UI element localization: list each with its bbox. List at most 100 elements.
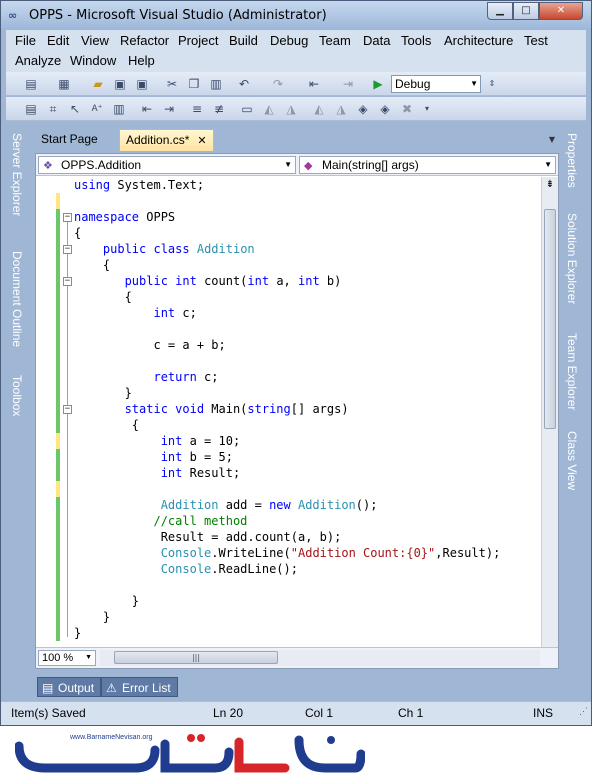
solution-explorer-tab[interactable]: Solution Explorer <box>565 213 579 304</box>
bookmark-icon[interactable]: ▭ <box>239 101 255 117</box>
menu-view[interactable]: View <box>81 33 109 48</box>
code-line[interactable]: } <box>74 385 132 401</box>
code-line[interactable]: Console.WriteLine("Addition Count:{0}",R… <box>74 545 501 561</box>
previous-bookmark-icon[interactable]: ◭ <box>261 101 277 117</box>
prev-bookmark-folder-icon[interactable]: ◭ <box>311 101 327 117</box>
complete-word-icon[interactable]: A⁺ <box>89 101 105 117</box>
copy-icon[interactable]: ❐ <box>186 76 202 92</box>
collapse-region-icon[interactable]: − <box>63 277 72 286</box>
code-line[interactable]: //call method <box>74 513 247 529</box>
navigate-backward-icon[interactable]: ⇤ <box>306 76 322 92</box>
menu-build[interactable]: Build <box>229 33 258 48</box>
tab-error-list[interactable]: ⚠ Error List <box>101 677 178 697</box>
code-line[interactable]: } <box>74 625 81 641</box>
title-bar[interactable]: ∞ OPPS - Microsoft Visual Studio (Admini… <box>1 1 591 29</box>
menu-project[interactable]: Project <box>178 33 218 48</box>
paste-icon[interactable]: ▥ <box>208 76 224 92</box>
code-line[interactable]: public int count(int a, int b) <box>74 273 342 289</box>
menu-refactor[interactable]: Refactor <box>120 33 169 48</box>
code-line[interactable]: Console.ReadLine(); <box>74 561 298 577</box>
horizontal-scrollbar[interactable]: ||| <box>100 650 540 666</box>
close-button[interactable]: ✕ <box>539 2 583 20</box>
toolbar-options-icon[interactable]: ⇕ <box>484 76 500 92</box>
menu-team[interactable]: Team <box>319 33 351 48</box>
code-line[interactable]: Addition add = new Addition(); <box>74 497 378 513</box>
solution-configuration-combo[interactable]: Debug ▼ <box>391 75 481 93</box>
code-line[interactable]: int Result; <box>74 465 240 481</box>
resize-grip-icon[interactable]: ⋰ <box>579 706 588 723</box>
menu-data[interactable]: Data <box>363 33 390 48</box>
tab-output[interactable]: ▤ Output <box>37 677 102 697</box>
menu-test[interactable]: Test <box>524 33 548 48</box>
menu-help[interactable]: Help <box>128 53 155 68</box>
code-line[interactable]: { <box>74 257 110 273</box>
close-tab-icon[interactable]: ✕ <box>197 135 206 147</box>
zoom-combo[interactable]: 100 % ▼ <box>38 650 96 666</box>
document-outline-tab[interactable]: Document Outline <box>10 251 24 347</box>
toolbar2-options-icon[interactable]: ▾ <box>419 101 435 117</box>
code-line[interactable]: using System.Text; <box>74 177 204 193</box>
parameter-info-icon[interactable]: ⌗ <box>45 101 61 117</box>
decrease-indent-icon[interactable]: ⇤ <box>139 101 155 117</box>
properties-tab[interactable]: Properties <box>565 133 579 188</box>
menu-file[interactable]: File <box>15 33 36 48</box>
types-combo[interactable]: ❖ OPPS.Addition ▼ <box>38 156 296 174</box>
next-bookmark-folder-icon[interactable]: ◮ <box>333 101 349 117</box>
code-line[interactable]: namespace OPPS <box>74 209 175 225</box>
menu-window[interactable]: Window <box>70 53 116 68</box>
vertical-scrollbar[interactable]: ⇟ <box>541 177 558 647</box>
menu-debug[interactable]: Debug <box>270 33 308 48</box>
collapse-region-icon[interactable]: − <box>63 245 72 254</box>
undo-icon[interactable]: ↶ <box>236 76 252 92</box>
code-line[interactable]: int a = 10; <box>74 433 240 449</box>
uncomment-lines-icon[interactable]: ≢ <box>211 101 227 117</box>
toggle-bookmark-icon[interactable]: ▥ <box>111 101 127 117</box>
toolbox-tab[interactable]: Toolbox <box>10 375 24 416</box>
menu-analyze[interactable]: Analyze <box>15 53 61 68</box>
save-all-icon[interactable]: ▣ <box>134 76 150 92</box>
collapse-region-icon[interactable]: − <box>63 213 72 222</box>
open-file-icon[interactable]: ▰ <box>90 76 106 92</box>
class-view-tab[interactable]: Class View <box>565 431 579 490</box>
new-project-icon[interactable]: ▤ <box>23 76 39 92</box>
collapse-region-icon[interactable]: − <box>63 405 72 414</box>
navigate-forward-icon[interactable]: ⇥ <box>340 76 356 92</box>
code-line[interactable]: } <box>74 609 110 625</box>
next-bookmark-icon[interactable]: ◮ <box>283 101 299 117</box>
vertical-scroll-thumb[interactable] <box>544 209 556 429</box>
active-files-dropdown-icon[interactable]: ▼ <box>549 135 555 144</box>
maximize-button[interactable]: □ <box>513 2 539 20</box>
menu-tools[interactable]: Tools <box>401 33 431 48</box>
redo-icon[interactable]: ↷ <box>270 76 286 92</box>
display-object-members-icon[interactable]: ▤ <box>23 101 39 117</box>
save-icon[interactable]: ▣ <box>112 76 128 92</box>
prev-bookmark-doc-icon[interactable]: ◈ <box>355 101 371 117</box>
team-explorer-tab[interactable]: Team Explorer <box>565 333 579 410</box>
menu-architecture[interactable]: Architecture <box>444 33 513 48</box>
increase-indent-icon[interactable]: ⇥ <box>161 101 177 117</box>
code-line[interactable]: public class Addition <box>74 241 255 257</box>
cut-icon[interactable]: ✂ <box>164 76 180 92</box>
server-explorer-tab[interactable]: Server Explorer <box>10 133 24 216</box>
code-line[interactable]: Result = add.count(a, b); <box>74 529 342 545</box>
code-line[interactable]: c = a + b; <box>74 337 225 353</box>
code-line[interactable]: } <box>74 593 139 609</box>
add-item-icon[interactable]: ▦ <box>56 76 72 92</box>
quick-info-icon[interactable]: ↖ <box>67 101 83 117</box>
menu-edit[interactable]: Edit <box>47 33 69 48</box>
start-debugging-icon[interactable]: ▶ <box>370 76 386 92</box>
code-line[interactable]: { <box>74 289 132 305</box>
splitter-handle-icon[interactable]: ⇟ <box>543 178 557 192</box>
code-line[interactable]: return c; <box>74 369 218 385</box>
code-line[interactable]: int b = 5; <box>74 449 233 465</box>
code-text-area[interactable]: − − − − using System.Text; namespace OPPS{ pu… <box>36 177 541 647</box>
code-line[interactable]: { <box>74 417 139 433</box>
next-bookmark-doc-icon[interactable]: ◈ <box>377 101 393 117</box>
minimize-button[interactable]: ▁ <box>487 2 513 20</box>
tab-start-page[interactable]: Start Page <box>35 129 104 151</box>
code-line[interactable]: { <box>74 225 81 241</box>
clear-bookmarks-icon[interactable]: ✖ <box>399 101 415 117</box>
code-line[interactable]: int c; <box>74 305 196 321</box>
members-combo[interactable]: ◆ Main(string[] args) ▼ <box>299 156 556 174</box>
code-line[interactable]: static void Main(string[] args) <box>74 401 349 417</box>
